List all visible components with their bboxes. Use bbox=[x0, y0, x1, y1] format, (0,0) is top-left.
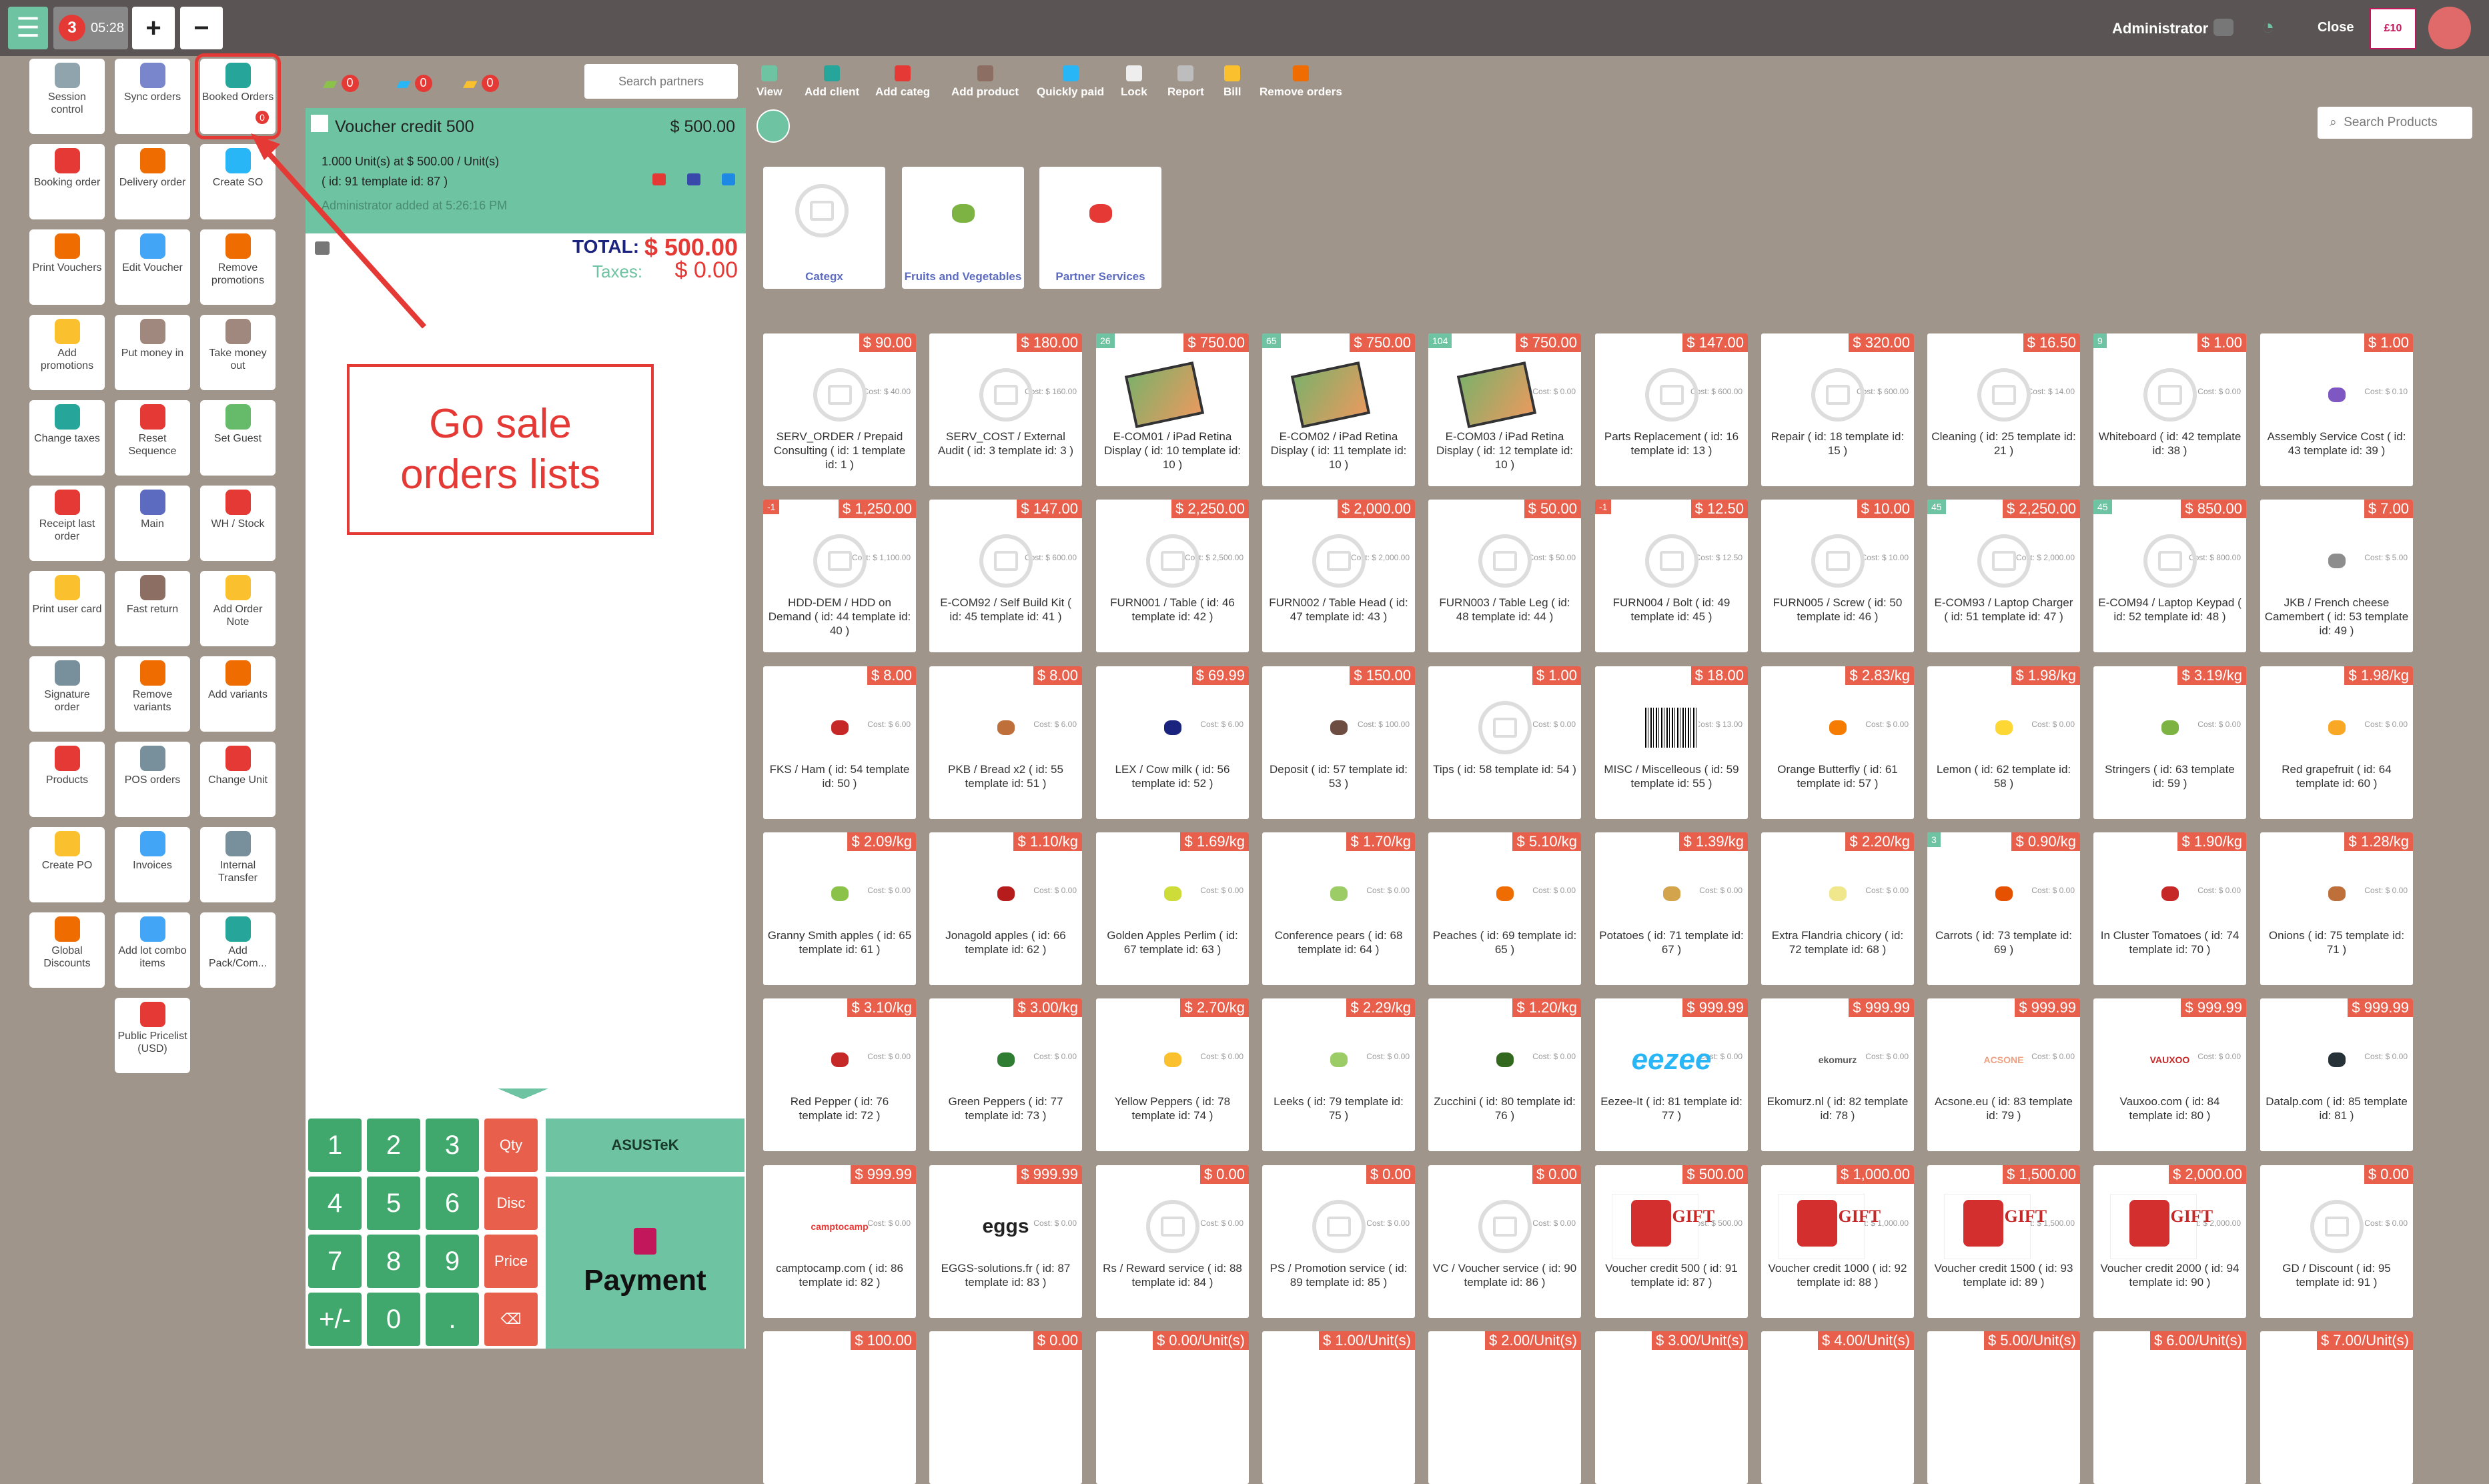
annotation-box: Go sale orders lists bbox=[347, 364, 654, 535]
annotation-line-2: orders lists bbox=[400, 452, 600, 498]
product-card[interactable]: $ 1.00/Unit(s) bbox=[1262, 1331, 1415, 1484]
product-card[interactable]: $ 3.00/Unit(s) bbox=[1595, 1331, 1748, 1484]
annotation-line-1: Go sale bbox=[429, 401, 572, 447]
product-card[interactable]: $ 0.00/Unit(s) bbox=[1096, 1331, 1249, 1484]
product-card[interactable]: $ 5.00/Unit(s) bbox=[1927, 1331, 2080, 1484]
product-card[interactable]: $ 4.00/Unit(s) bbox=[1761, 1331, 1914, 1484]
product-card[interactable]: $ 7.00/Unit(s) bbox=[2260, 1331, 2413, 1484]
product-card[interactable]: $ 100.00 bbox=[763, 1331, 916, 1484]
annotation-arrow bbox=[251, 133, 426, 329]
product-card[interactable]: $ 6.00/Unit(s) bbox=[2093, 1331, 2246, 1484]
product-card[interactable]: $ 0.00 bbox=[929, 1331, 1082, 1484]
product-card[interactable]: $ 2.00/Unit(s) bbox=[1428, 1331, 1581, 1484]
